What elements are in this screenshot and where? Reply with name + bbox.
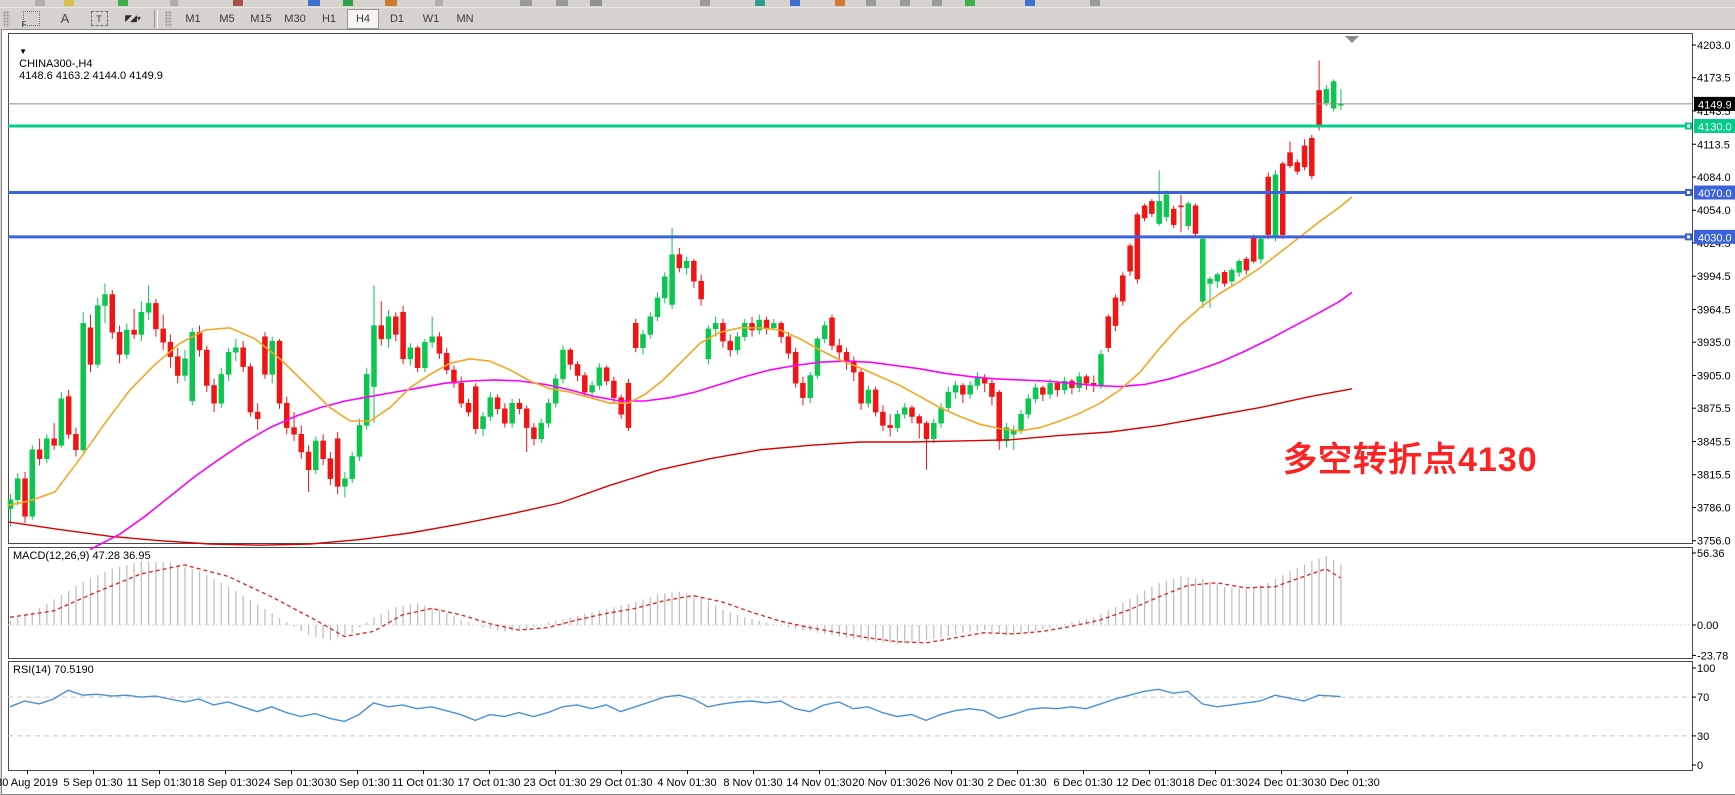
svg-text:6 Dec 01:30: 6 Dec 01:30 bbox=[1053, 777, 1112, 789]
svg-text:4173.5: 4173.5 bbox=[1697, 73, 1731, 85]
svg-text:0: 0 bbox=[1697, 760, 1703, 772]
line-handle-dot bbox=[1687, 235, 1690, 238]
svg-text:30: 30 bbox=[1697, 731, 1709, 743]
svg-text:56.36: 56.36 bbox=[1697, 548, 1725, 560]
macd-indicator-title: MACD(12,26,9) 47.28 36.95 bbox=[13, 550, 151, 562]
svg-text:14 Nov 01:30: 14 Nov 01:30 bbox=[786, 777, 851, 789]
svg-text:4113.5: 4113.5 bbox=[1697, 139, 1730, 151]
svg-text:-23.78: -23.78 bbox=[1697, 650, 1728, 662]
collapse-triangle-icon[interactable]: ▼ bbox=[19, 47, 27, 56]
rsi-panel[interactable] bbox=[9, 662, 1693, 771]
svg-text:30 Sep 01:30: 30 Sep 01:30 bbox=[324, 777, 389, 789]
svg-text:24 Sep 01:30: 24 Sep 01:30 bbox=[258, 777, 323, 789]
svg-text:24 Dec 01:30: 24 Dec 01:30 bbox=[1248, 777, 1313, 789]
svg-text:17 Oct 01:30: 17 Oct 01:30 bbox=[458, 777, 521, 789]
price-label-text: 4070.0 bbox=[1698, 188, 1732, 200]
svg-text:18 Sep 01:30: 18 Sep 01:30 bbox=[192, 777, 257, 789]
svg-text:4084.0: 4084.0 bbox=[1697, 172, 1731, 184]
svg-text:3964.5: 3964.5 bbox=[1697, 304, 1731, 316]
svg-text:20 Nov 01:30: 20 Nov 01:30 bbox=[852, 777, 917, 789]
svg-text:100: 100 bbox=[1697, 663, 1715, 675]
svg-text:29 Oct 01:30: 29 Oct 01:30 bbox=[590, 777, 653, 789]
svg-text:12 Dec 01:30: 12 Dec 01:30 bbox=[1116, 777, 1181, 789]
svg-text:4054.0: 4054.0 bbox=[1697, 205, 1731, 217]
svg-text:70: 70 bbox=[1697, 692, 1709, 704]
svg-text:8 Nov 01:30: 8 Nov 01:30 bbox=[723, 777, 782, 789]
svg-text:23 Oct 01:30: 23 Oct 01:30 bbox=[524, 777, 587, 789]
line-handle-dot bbox=[1687, 191, 1690, 194]
date-axis: 30 Aug 2019 5 Sep 01:30 11 Sep 01:3018 Sep… bbox=[0, 770, 1380, 789]
rsi-indicator-title: RSI(14) 70.5190 bbox=[13, 664, 94, 676]
svg-text:2 Dec 01:30: 2 Dec 01:30 bbox=[987, 777, 1046, 789]
price-label-text: 4030.0 bbox=[1698, 232, 1732, 244]
svg-text:3875.5: 3875.5 bbox=[1697, 403, 1731, 415]
svg-text:3845.5: 3845.5 bbox=[1697, 436, 1731, 448]
svg-text:30 Dec 01:30: 30 Dec 01:30 bbox=[1314, 777, 1379, 789]
chart-canvas[interactable]: 4203.04173.54143.54113.54084.04054.04024… bbox=[0, 0, 1735, 794]
svg-text:26 Nov 01:30: 26 Nov 01:30 bbox=[918, 777, 983, 789]
svg-text:3905.0: 3905.0 bbox=[1697, 370, 1731, 382]
line-handle-dot bbox=[1687, 124, 1690, 127]
svg-text:5 Sep 01:30: 5 Sep 01:30 bbox=[63, 777, 122, 789]
svg-text:11 Oct 01:30: 11 Oct 01:30 bbox=[392, 777, 454, 789]
svg-text:18 Dec 01:30: 18 Dec 01:30 bbox=[1182, 777, 1247, 789]
symbol-ohlc-line: ▼ CHINA300-,H4 4148.6 4163.2 4144.0 4149… bbox=[13, 34, 163, 82]
price-label-text: 4130.0 bbox=[1698, 121, 1732, 133]
svg-text:11 Sep 01:30: 11 Sep 01:30 bbox=[127, 777, 192, 789]
chart-annotation-text: 多空转折点4130 bbox=[1283, 432, 1538, 481]
symbol-label: CHINA300-,H4 bbox=[19, 58, 92, 70]
price-axis: 4203.04173.54143.54113.54084.04054.04024… bbox=[1692, 40, 1731, 772]
ohlc-values: 4148.6 4163.2 4144.0 4149.9 bbox=[19, 70, 163, 82]
svg-text:3756.0: 3756.0 bbox=[1697, 536, 1731, 548]
price-label-text: 4149.9 bbox=[1698, 99, 1732, 111]
svg-text:3786.0: 3786.0 bbox=[1697, 502, 1731, 514]
svg-text:3994.5: 3994.5 bbox=[1697, 271, 1731, 283]
svg-text:30 Aug 2019: 30 Aug 2019 bbox=[0, 777, 58, 789]
svg-text:3815.5: 3815.5 bbox=[1697, 470, 1731, 482]
svg-text:3935.0: 3935.0 bbox=[1697, 337, 1731, 349]
svg-text:4203.0: 4203.0 bbox=[1697, 40, 1731, 52]
svg-text:0.00: 0.00 bbox=[1697, 620, 1718, 632]
macd-panel[interactable] bbox=[9, 548, 1693, 659]
svg-text:4 Nov 01:30: 4 Nov 01:30 bbox=[657, 777, 716, 789]
